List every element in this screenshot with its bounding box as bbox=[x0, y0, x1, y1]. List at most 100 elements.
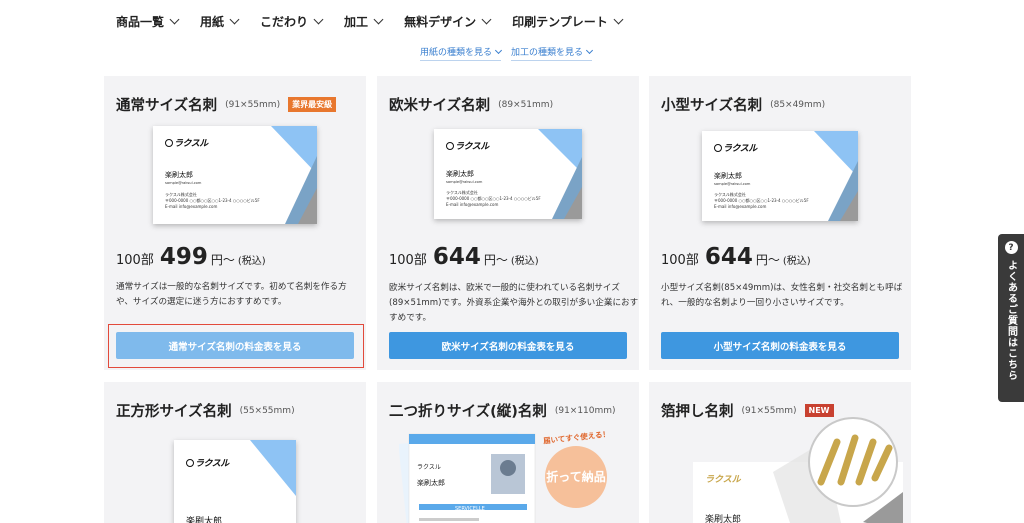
chevron-down-icon bbox=[481, 14, 492, 24]
company-info: ラクスル株式会社 〒000-0000 ○○都○○区○○1-23-4 ○○○○ビル… bbox=[446, 190, 541, 208]
nav-item-label: 用紙 bbox=[200, 14, 225, 29]
chevron-down-icon bbox=[373, 14, 384, 24]
logo-ring-icon bbox=[165, 139, 173, 147]
nav-item-processing[interactable]: 加工 bbox=[344, 13, 384, 30]
price-unit: 円〜 bbox=[483, 253, 508, 267]
link-label: 用紙の種類を見る bbox=[420, 48, 493, 58]
product-card-small: 小型サイズ名刺 (85×49mm) ラクスル 楽刷太郎 sample@raksu… bbox=[649, 76, 911, 370]
company-email: E-mail info@example.com bbox=[446, 202, 499, 207]
fold-delivery-badge: 折って納品 bbox=[545, 446, 607, 508]
card-header: 二つ折りサイズ(縦)名刺 (91×110mm) bbox=[389, 400, 616, 421]
person-name: 楽刷太郎 bbox=[714, 172, 742, 180]
business-card-sample: ラクスル 楽刷太郎 sample@raksul.com ラクスル株式会社 〒00… bbox=[434, 129, 582, 219]
card-title: 正方形サイズ名刺 bbox=[116, 404, 232, 420]
card-title: 通常サイズ名刺 bbox=[116, 98, 218, 114]
person-email: sample@raksul.com bbox=[165, 181, 202, 185]
card-size: (91×55mm) bbox=[225, 99, 281, 110]
product-card-folded: 二つ折りサイズ(縦)名刺 (91×110mm) ラクスル 楽刷太郎 SERVIC… bbox=[377, 382, 639, 523]
chevron-down-icon bbox=[613, 14, 624, 24]
product-card-western: 欧米サイズ名刺 (89×51mm) ラクスル 楽刷太郎 sample@raksu… bbox=[377, 76, 639, 370]
logo-ring-icon bbox=[186, 459, 194, 467]
card-header: 正方形サイズ名刺 (55×55mm) bbox=[116, 400, 295, 421]
company-logo: ラクスル bbox=[446, 139, 489, 152]
price-tax: (税込) bbox=[510, 256, 539, 267]
foil-card-name: 楽刷太郎 bbox=[705, 515, 742, 523]
nav-item-templates[interactable]: 印刷テンプレート bbox=[512, 13, 624, 30]
nav-item-label: 印刷テンプレート bbox=[512, 14, 608, 29]
chevron-down-icon bbox=[585, 46, 594, 54]
person-name: 楽刷太郎 bbox=[186, 517, 223, 523]
fold-card-logo: ラクスル bbox=[417, 464, 441, 471]
card-size: (91×110mm) bbox=[554, 405, 616, 416]
company-email: E-mail info@example.com bbox=[165, 204, 218, 209]
logo-text: ラクスル bbox=[195, 459, 229, 469]
chevron-down-icon bbox=[229, 14, 240, 24]
card-size: (55×55mm) bbox=[239, 405, 295, 416]
price-unit: 円〜 bbox=[755, 253, 780, 267]
logo-text: ラクスル bbox=[455, 142, 489, 152]
nav-item-free-design[interactable]: 無料デザイン bbox=[404, 13, 492, 30]
faq-side-tab[interactable]: ? よくあるご質問はこちら bbox=[998, 234, 1024, 402]
company-info: ラクスル株式会社 〒000-0000 ○○都○○区○○1-23-4 ○○○○ビル… bbox=[714, 192, 809, 210]
nav-item-label: こだわり bbox=[260, 14, 309, 29]
price-tax: (税込) bbox=[782, 256, 811, 267]
price-row: 100部 499 円〜 (税込) bbox=[116, 244, 266, 270]
fold-card-service: SERVICELLE bbox=[455, 506, 485, 512]
chevron-down-icon bbox=[494, 46, 503, 54]
company-logo: ラクスル bbox=[714, 141, 757, 154]
logo-text: ラクスル bbox=[174, 139, 208, 149]
question-icon: ? bbox=[1004, 241, 1018, 254]
card-size: (89×51mm) bbox=[498, 99, 554, 110]
western-price-table-button[interactable]: 欧米サイズ名刺の料金表を見る bbox=[389, 332, 627, 359]
company-logo: ラクスル bbox=[165, 136, 208, 149]
person-name: 楽刷太郎 bbox=[165, 171, 193, 179]
nav-item-paper[interactable]: 用紙 bbox=[200, 13, 240, 30]
person-name: 楽刷太郎 bbox=[446, 170, 474, 178]
price-quantity: 100部 bbox=[661, 253, 699, 268]
logo-text: ラクスル bbox=[723, 144, 757, 154]
logo-ring-icon bbox=[446, 142, 454, 150]
nav-item-label: 無料デザイン bbox=[404, 14, 477, 29]
nav-item-kodawari[interactable]: こだわり bbox=[260, 13, 324, 30]
person-email: sample@raksul.com bbox=[446, 180, 483, 184]
price-value: 644 bbox=[432, 244, 481, 270]
card-title: 欧米サイズ名刺 bbox=[389, 98, 491, 114]
card-size: (85×49mm) bbox=[770, 99, 826, 110]
nav-item-products[interactable]: 商品一覧 bbox=[116, 13, 180, 30]
logo-ring-icon bbox=[714, 144, 722, 152]
price-row: 100部 644 円〜 (税込) bbox=[389, 244, 539, 270]
card-description: 欧米サイズ名刺は、欧米で一般的に使われている名刺サイズ(89×51mm)です。外… bbox=[389, 283, 639, 323]
card-title: 小型サイズ名刺 bbox=[661, 98, 763, 114]
tagline: 届いてすぐ使える！ bbox=[542, 429, 611, 446]
card-header: 欧米サイズ名刺 (89×51mm) bbox=[389, 94, 553, 115]
product-card-square: 正方形サイズ名刺 (55×55mm) ラクスル 楽刷太郎 bbox=[104, 382, 366, 523]
foil-card-illustration bbox=[693, 417, 903, 523]
business-card-sample: ラクスル 楽刷太郎 bbox=[174, 440, 296, 523]
card-decoration bbox=[250, 440, 296, 496]
product-card-standard: 通常サイズ名刺 (91×55mm) 業界最安級 ラクスル 楽刷太郎 sample… bbox=[104, 76, 366, 370]
price-tax: (税込) bbox=[237, 256, 266, 267]
card-title: 二つ折りサイズ(縦)名刺 bbox=[389, 404, 547, 420]
product-card-foil: 箔押し名刺 (91×55mm) NEW ラクスル 楽刷太郎 bbox=[649, 382, 911, 523]
price-unit: 円〜 bbox=[210, 253, 235, 267]
card-description: 小型サイズ名刺(85×49mm)は、女性名刺・社交名刺とも呼ばれ、一般的な名刺よ… bbox=[661, 283, 903, 308]
business-card-sample: ラクスル 楽刷太郎 sample@raksul.com ラクスル株式会社 〒00… bbox=[153, 126, 317, 224]
company-logo: ラクスル bbox=[186, 456, 229, 469]
nav-item-label: 加工 bbox=[344, 14, 369, 29]
card-header: 通常サイズ名刺 (91×55mm) 業界最安級 bbox=[116, 94, 337, 115]
small-price-table-button[interactable]: 小型サイズ名刺の料金表を見る bbox=[661, 332, 899, 359]
chevron-down-icon bbox=[169, 14, 180, 24]
nav-item-label: 商品一覧 bbox=[116, 14, 165, 29]
price-quantity: 100部 bbox=[116, 253, 154, 268]
fold-card-name: 楽刷太郎 bbox=[417, 479, 445, 487]
foil-logo: ラクスル bbox=[705, 475, 741, 485]
person-email: sample@raksul.com bbox=[714, 182, 751, 186]
cheapest-badge: 業界最安級 bbox=[288, 97, 337, 112]
paper-types-link[interactable]: 用紙の種類を見る bbox=[420, 45, 503, 61]
card-description: 通常サイズは一般的な名刺サイズです。初めて名刺を作る方や、サイズの選定に迷う方に… bbox=[116, 282, 347, 307]
company-email: E-mail info@example.com bbox=[714, 204, 767, 209]
price-value: 644 bbox=[704, 244, 753, 270]
processing-types-link[interactable]: 加工の種類を見る bbox=[511, 45, 594, 61]
standard-price-table-button[interactable]: 通常サイズ名刺の料金表を見る bbox=[116, 332, 354, 359]
top-nav: 商品一覧 用紙 こだわり 加工 無料デザイン 印刷テンプレート bbox=[116, 10, 624, 32]
